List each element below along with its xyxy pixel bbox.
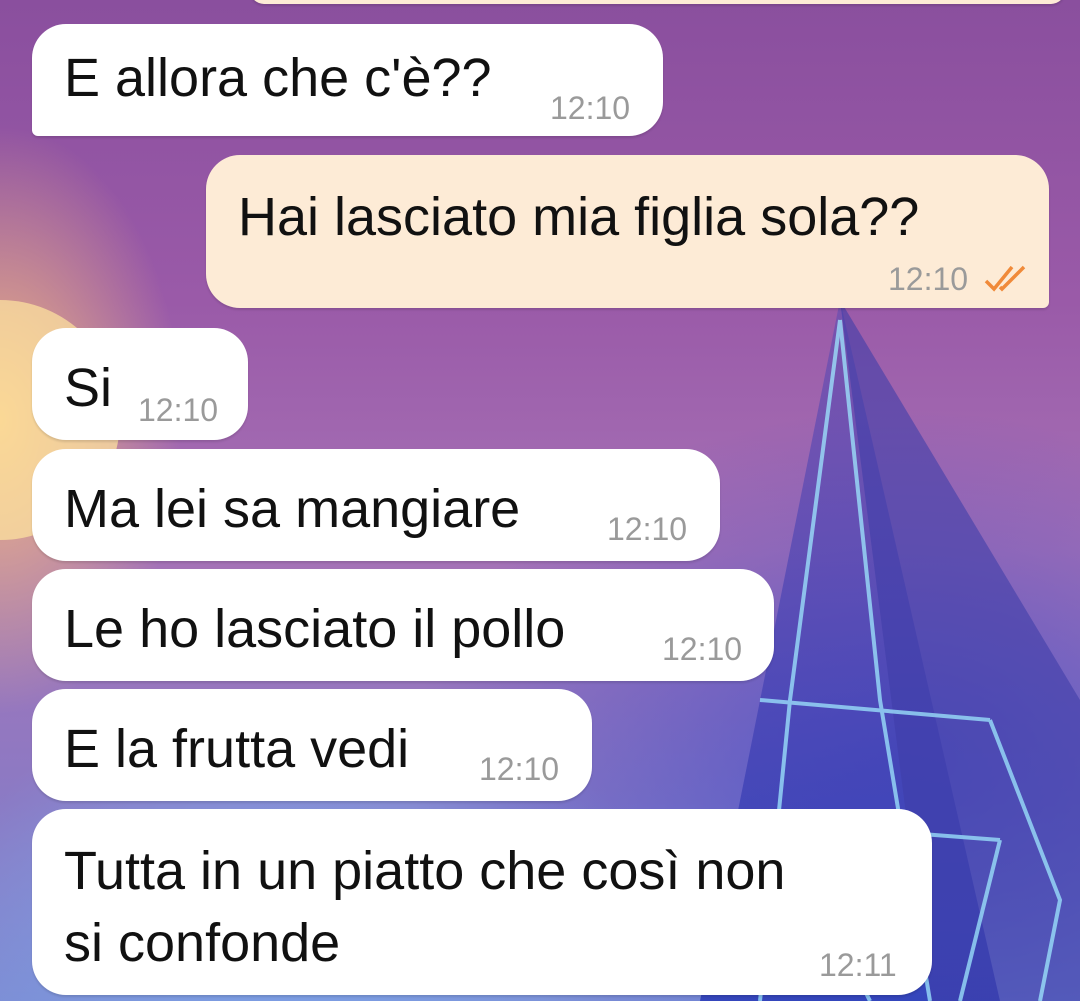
message-text: E la frutta vedi — [64, 719, 410, 779]
message-time: 12:10 — [607, 511, 688, 547]
message-text-line-2: si confonde — [64, 913, 341, 973]
message-bubble-incoming[interactable]: Si 12:10 — [32, 328, 248, 440]
message-text: Le ho lasciato il pollo — [64, 599, 566, 659]
message-time: 12:11 — [819, 947, 897, 983]
message-bubble-incoming[interactable]: Le ho lasciato il pollo 12:10 — [32, 569, 774, 681]
message-text: Ma lei sa mangiare — [64, 479, 521, 539]
message-time: 12:10 — [550, 90, 631, 126]
message-text: E allora che c'è?? — [64, 48, 492, 108]
message-time: 12:10 — [888, 261, 969, 297]
message-time: 12:10 — [662, 631, 743, 667]
message-bubble-incoming[interactable]: E la frutta vedi 12:10 — [32, 689, 592, 801]
message-bubble-incoming[interactable]: Tutta in un piatto che così non si confo… — [32, 809, 932, 995]
message-bubble-outgoing[interactable]: Hai lasciato mia figlia sola?? 12:10 — [206, 155, 1049, 308]
message-bubble-incoming[interactable]: E allora che c'è?? 12:10 — [32, 24, 663, 136]
message-time: 12:10 — [479, 751, 560, 787]
previous-message-bubble-edge — [250, 0, 1065, 4]
message-bubble-incoming[interactable]: Ma lei sa mangiare 12:10 — [32, 449, 720, 561]
message-time: 12:10 — [138, 392, 219, 428]
message-text: Si — [64, 358, 113, 418]
message-text: Hai lasciato mia figlia sola?? — [238, 187, 920, 247]
message-text-line-1: Tutta in un piatto che così non — [64, 841, 786, 901]
read-double-check-icon — [984, 265, 1026, 292]
